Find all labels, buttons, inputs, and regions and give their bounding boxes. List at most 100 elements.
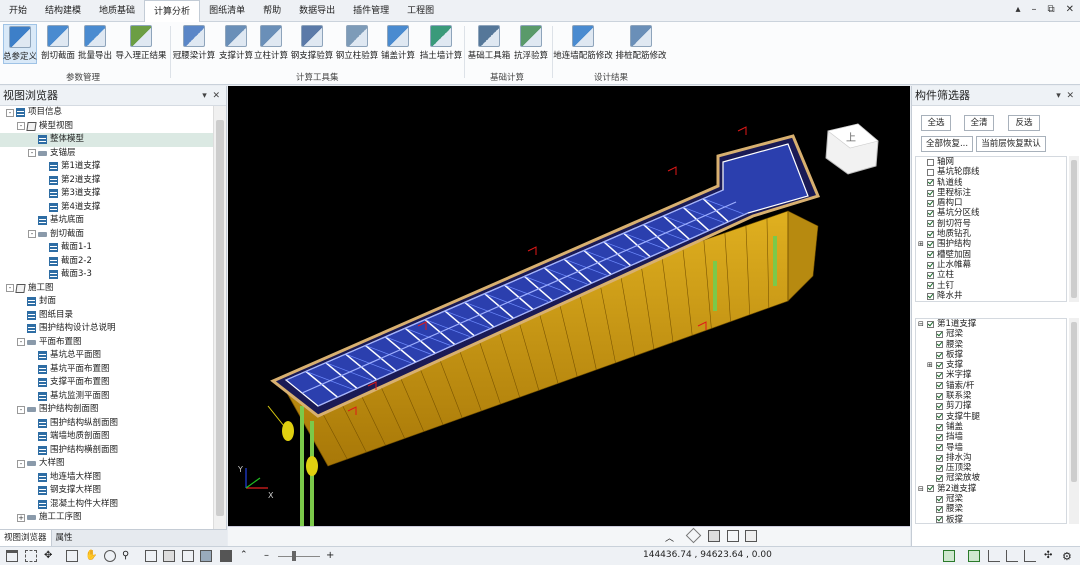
checkbox[interactable] [936,516,943,523]
tree-item[interactable]: 第2道支撑 [0,174,213,188]
tree-item[interactable]: 截面3-3 [0,268,213,282]
tree-item[interactable]: 第1道支撑 [0,160,213,174]
filter-row[interactable]: 槽壁加固 [916,250,1066,260]
checkbox[interactable] [927,179,934,187]
filter-row[interactable]: 支撑牛腿 [916,412,1066,422]
menu-tab-4[interactable]: 图纸清单 [200,0,254,22]
expand-icon[interactable]: ⊞ [927,360,936,370]
ribbon-button-1[interactable]: 剖切截面 [40,24,76,64]
pan-icon[interactable]: ✥ [44,550,56,562]
checkbox[interactable] [936,403,943,411]
tree-item[interactable]: 基坑总平面图 [0,349,213,363]
checkbox[interactable] [936,351,943,359]
checkbox[interactable] [936,495,943,503]
checkbox[interactable] [927,220,934,228]
measure-angle-icon[interactable] [1024,550,1036,562]
ribbon-button-4[interactable]: 冠腰梁计算 [172,24,216,64]
tree-item[interactable]: 端墙地质剖面图 [0,430,213,444]
checkbox[interactable] [936,341,943,349]
menu-tab-0[interactable]: 开始 [0,0,36,22]
collapse-icon[interactable]: ⊟ [918,484,927,494]
checkbox[interactable] [936,423,943,431]
filter-row[interactable]: 基坑分区线 [916,208,1066,218]
tree-item[interactable]: 钢支撑大样图 [0,484,213,498]
tree-item[interactable]: 图纸目录 [0,309,213,323]
filter-button-2[interactable]: 反选 [1008,115,1040,131]
filter-row[interactable]: ⊟ 第1道支撑 [916,319,1066,329]
fit-icon[interactable] [66,550,78,562]
filter-row[interactable]: 腰梁 [916,340,1066,350]
ribbon-button-3[interactable]: 导入理正结果 [114,24,168,64]
filter-row[interactable]: 降水井 [916,291,1066,301]
ortho-icon[interactable] [968,550,980,562]
measure-icon[interactable] [685,527,702,544]
checkbox[interactable] [936,330,943,338]
menu-tab-8[interactable]: 工程图 [398,0,443,22]
restore-icon[interactable]: ⧉ [1047,4,1054,15]
ribbon-button-12[interactable]: 抗浮验算 [512,24,550,64]
tree-item[interactable]: - 支锚层 [0,147,213,161]
ribbon-button-7[interactable]: 钢支撑验算 [290,24,334,64]
filter-row[interactable]: 基坑轮廓线 [916,167,1066,177]
tree-item[interactable]: - 施工图 [0,282,213,296]
expand-icon[interactable]: ⊞ [918,239,927,249]
filter-button-4[interactable]: 当前层恢复默认 [976,136,1046,152]
menu-tab-6[interactable]: 数据导出 [290,0,344,22]
tree-item[interactable]: 截面2-2 [0,255,213,269]
ribbon-button-8[interactable]: 钢立柱验算 [335,24,379,64]
close-icon[interactable]: ✕ [1066,91,1074,101]
checkbox[interactable] [927,271,934,279]
collapse-ribbon-icon[interactable]: ▴ [1015,4,1020,15]
filter-row[interactable]: 立柱 [916,270,1066,280]
model-canvas[interactable]: Y X 上 [228,86,910,526]
minimize-icon[interactable]: – [1031,4,1036,15]
dropdown-icon[interactable]: ▾ [1056,91,1061,101]
filter-row[interactable]: 冠梁 [916,329,1066,339]
collapse-icon[interactable]: - [6,284,14,293]
checkbox[interactable] [936,372,943,380]
ribbon-button-10[interactable]: 挡土墙计算 [418,24,464,64]
filter-row[interactable]: ⊞ 支撑 [916,360,1066,370]
checkbox[interactable] [927,199,934,207]
tree-item[interactable]: 基坑平面布置图 [0,363,213,377]
expand-icon[interactable]: + [17,513,25,522]
tree-item[interactable]: - 大样图 [0,457,213,471]
filter-row[interactable]: 止水帷幕 [916,260,1066,270]
menu-tab-2[interactable]: 地质基础 [90,0,144,22]
filter-row[interactable]: 铺盖 [916,422,1066,432]
ribbon-button-14[interactable]: 排桩配筋修改 [614,24,668,64]
hand-icon[interactable]: ✋ [85,550,97,562]
tree-item[interactable]: 封面 [0,295,213,309]
ribbon-button-11[interactable]: 基础工具箱 [467,24,511,64]
collapse-icon[interactable]: - [17,405,25,414]
zoom-slider[interactable] [278,556,320,557]
filter-row[interactable]: 轴网 [916,157,1066,167]
zoom-in-button[interactable]: + [326,550,334,561]
tree-item[interactable]: 混凝土构件大样图 [0,498,213,512]
filter-row[interactable]: 挡墙 [916,432,1066,442]
cube-iso-icon[interactable] [163,550,175,562]
zoom-out-button[interactable]: – [264,550,269,561]
checkbox[interactable] [936,454,943,462]
checkbox[interactable] [927,292,934,300]
ribbon-button-9[interactable]: 铺盖计算 [380,24,416,64]
tree-item[interactable]: 截面1-1 [0,241,213,255]
tree-item[interactable]: 围护结构横剖面图 [0,444,213,458]
orbit-icon[interactable] [104,550,116,562]
collapse-up-icon[interactable]: ︿ [665,531,674,544]
menu-tab-7[interactable]: 插件管理 [344,0,398,22]
filter-row[interactable]: 腰梁 [916,504,1066,514]
cube-outline-icon[interactable] [745,530,757,542]
solid-view-icon[interactable] [220,550,232,562]
grid-icon[interactable] [25,550,37,562]
checkbox[interactable] [936,444,943,452]
filter-row[interactable]: ⊞ 围护结构 [916,239,1066,249]
settings-icon[interactable]: ⚙ [1062,550,1074,563]
filter-row[interactable]: 米字撑 [916,370,1066,380]
filter-row[interactable]: 剖切符号 [916,219,1066,229]
tree-item[interactable]: 第4道支撑 [0,201,213,215]
ribbon-button-5[interactable]: 支撑计算 [219,24,253,64]
cube-top-icon[interactable] [182,550,194,562]
filter-scrollbar-2[interactable] [1069,318,1079,524]
checkbox[interactable] [936,361,943,369]
